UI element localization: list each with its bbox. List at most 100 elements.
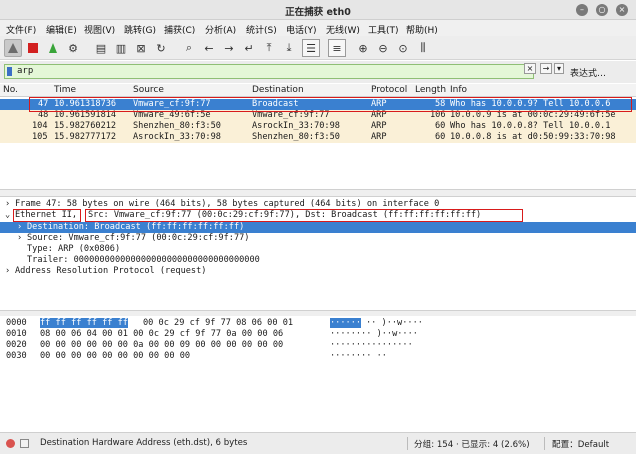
col-destination[interactable]: Destination	[252, 85, 304, 95]
first-packet-icon[interactable]: ⤒	[260, 39, 278, 57]
stop-capture-icon[interactable]	[24, 39, 42, 57]
menu-edit[interactable]: 编辑(E)	[46, 23, 77, 36]
maximize-icon[interactable]: ○	[596, 4, 608, 16]
col-info[interactable]: Info	[450, 85, 467, 95]
save-file-icon[interactable]: ▥	[112, 39, 130, 57]
packet-row[interactable]: 105 15.982777172 AsrockIn_33:70:98 Shenz…	[0, 132, 636, 143]
col-source[interactable]: Source	[133, 85, 164, 95]
menu-help[interactable]: 帮助(H)	[406, 23, 438, 36]
detail-frame[interactable]: › Frame 47: 58 bytes on wire (464 bits),…	[0, 199, 636, 210]
detail-source-text: Source: Vmware_cf:9f:77 (00:0c:29:cf:9f:…	[27, 233, 250, 243]
col-time[interactable]: Time	[54, 85, 76, 95]
collapse-arrow-icon[interactable]: ⌄	[5, 210, 10, 220]
expand-arrow-icon[interactable]: ›	[5, 199, 10, 209]
expand-arrow-icon[interactable]: ›	[17, 222, 22, 232]
restart-capture-icon[interactable]	[44, 39, 62, 57]
start-capture-icon[interactable]	[4, 39, 22, 57]
display-filter-input[interactable]: arp	[4, 64, 534, 79]
detail-trailer[interactable]: Trailer: 0000000000000000000000000000000…	[0, 255, 636, 266]
menu-capture[interactable]: 捕获(C)	[164, 23, 195, 36]
hex-ascii-highlighted: ······	[330, 318, 362, 328]
hex-row[interactable]: 0000 ff ff ff ff ff ff 00 0c 29 cf 9f 77…	[0, 318, 636, 329]
detail-source[interactable]: › Source: Vmware_cf:9f:77 (00:0c:29:cf:9…	[0, 233, 636, 244]
hex-offset: 0030	[6, 351, 27, 361]
packet-length: 58	[435, 99, 446, 109]
menu-statistics[interactable]: 统计(S)	[246, 23, 277, 36]
packet-destination: Vmware_cf:9f:77	[252, 110, 330, 120]
main-toolbar: ⚙ ▤ ▥ ⊠ ↻ ⌕ ← → ↵ ⤒ ⤓ ☰ ≡ ⊕ ⊖ ⊙ ⫼	[0, 36, 636, 60]
apply-filter-icon[interactable]: →	[540, 63, 552, 74]
col-protocol[interactable]: Protocol	[371, 85, 407, 95]
menu-tools[interactable]: 工具(T)	[368, 23, 399, 36]
menu-bar: 文件(F) 编辑(E) 视图(V) 跳转(G) 捕获(C) 分析(A) 统计(S…	[0, 20, 636, 36]
hex-row[interactable]: 0020 00 00 00 00 00 00 0a 00 00 09 00 00…	[0, 340, 636, 351]
detail-destination[interactable]: › Destination: Broadcast (ff:ff:ff:ff:ff…	[0, 222, 636, 233]
hex-bytes: 08 00 06 04 00 01 00 0c 29 cf 9f 77 0a 0…	[40, 329, 284, 339]
filter-text[interactable]: arp	[17, 66, 33, 76]
go-back-icon[interactable]: ←	[200, 39, 218, 57]
detail-arp[interactable]: › Address Resolution Protocol (request)	[0, 266, 636, 277]
menu-go[interactable]: 跳转(G)	[124, 23, 156, 36]
reload-file-icon[interactable]: ↻	[152, 39, 170, 57]
packet-no: 104	[32, 121, 48, 131]
menu-telephony[interactable]: 电话(Y)	[286, 23, 317, 36]
last-packet-icon[interactable]: ⤓	[280, 39, 298, 57]
packet-list: 47 10.961318736 Vmware_cf:9f:77 Broadcas…	[0, 97, 636, 189]
open-file-icon[interactable]: ▤	[92, 39, 110, 57]
expand-arrow-icon[interactable]: ›	[17, 233, 22, 243]
go-forward-icon[interactable]: →	[220, 39, 238, 57]
status-separator	[544, 437, 545, 450]
packet-row[interactable]: 48 10.961591814 Vmware_49:6f:5e Vmware_c…	[0, 110, 636, 121]
display-filter-bar: arp × → ▾ 表达式…	[0, 61, 636, 83]
bookmark-icon[interactable]	[7, 67, 12, 76]
menu-analyze[interactable]: 分析(A)	[205, 23, 236, 36]
capture-comment-icon[interactable]	[20, 439, 29, 448]
menu-wireless[interactable]: 无线(W)	[326, 23, 360, 36]
detail-type[interactable]: Type: ARP (0x0806)	[0, 244, 636, 255]
close-icon[interactable]: ×	[616, 4, 628, 16]
packet-source: Vmware_cf:9f:77	[133, 99, 211, 109]
packet-details: › Frame 47: 58 bytes on wire (464 bits),…	[0, 197, 636, 310]
menu-file[interactable]: 文件(F)	[6, 23, 36, 36]
capture-options-icon[interactable]: ⚙	[64, 39, 82, 57]
pane-divider[interactable]	[0, 189, 636, 197]
colorize-icon[interactable]: ≡	[328, 39, 346, 57]
status-field-info: Destination Hardware Address (eth.dst), …	[40, 438, 248, 448]
packet-info: Who has 10.0.0.8? Tell 10.0.0.1	[450, 121, 611, 131]
packet-row[interactable]: 104 15.982760212 Shenzhen_80:f3:50 Asroc…	[0, 121, 636, 132]
autoscroll-icon[interactable]: ☰	[302, 39, 320, 57]
resize-columns-icon[interactable]: ⫼	[414, 39, 432, 57]
hex-row[interactable]: 0030 00 00 00 00 00 00 00 00 00 00 ·····…	[0, 351, 636, 362]
packet-protocol: ARP	[371, 99, 387, 109]
expression-button[interactable]: 表达式…	[570, 66, 606, 79]
col-no[interactable]: No.	[3, 85, 18, 95]
packet-list-header: No. Time Source Destination Protocol Len…	[0, 84, 636, 97]
zoom-normal-icon[interactable]: ⊙	[394, 39, 412, 57]
packet-row[interactable]: 47 10.961318736 Vmware_cf:9f:77 Broadcas…	[0, 99, 636, 110]
zoom-out-icon[interactable]: ⊖	[374, 39, 392, 57]
close-file-icon[interactable]: ⊠	[132, 39, 150, 57]
expert-info-icon[interactable]	[6, 439, 15, 448]
col-length[interactable]: Length	[415, 85, 446, 95]
go-to-packet-icon[interactable]: ↵	[240, 39, 258, 57]
hex-offset: 0000	[6, 318, 27, 328]
menu-view[interactable]: 视图(V)	[84, 23, 115, 36]
hex-bytes: 00 00 00 00 00 00 00 00 00 00	[40, 351, 191, 361]
status-profile[interactable]: 配置：Default	[552, 438, 609, 450]
expand-arrow-icon[interactable]: ›	[5, 266, 10, 276]
zoom-in-icon[interactable]: ⊕	[354, 39, 372, 57]
hex-row[interactable]: 0010 08 00 06 04 00 01 00 0c 29 cf 9f 77…	[0, 329, 636, 340]
clear-filter-icon[interactable]: ×	[524, 63, 536, 74]
detail-ethernet[interactable]: ⌄ Ethernet II, Src: Vmware_cf:9f:77 (00:…	[0, 210, 636, 221]
recent-filters-icon[interactable]: ▾	[554, 63, 564, 74]
detail-ethernet-text: Src: Vmware_cf:9f:77 (00:0c:29:cf:9f:77)…	[88, 210, 482, 220]
find-packet-icon[interactable]: ⌕	[180, 39, 198, 57]
window-title: 正在捕获 eth0	[285, 7, 351, 18]
hex-ascii: ········ ··	[330, 351, 387, 361]
title-bar: 正在捕获 eth0 – ○ ×	[0, 0, 636, 20]
hex-ascii: ················	[330, 340, 413, 350]
packet-time: 10.961591814	[54, 110, 117, 120]
minimize-icon[interactable]: –	[576, 4, 588, 16]
packet-no: 47	[38, 99, 49, 109]
packet-protocol: ARP	[371, 121, 387, 131]
